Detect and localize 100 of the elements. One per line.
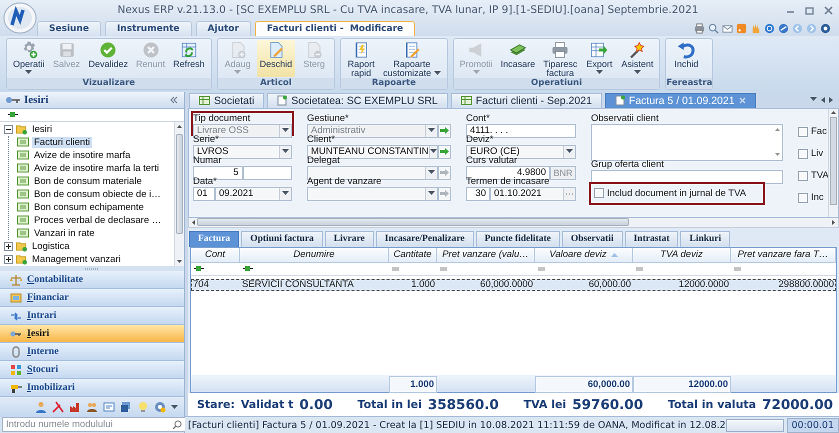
- column-header[interactable]: Denumire: [240, 248, 389, 263]
- tree-item[interactable]: Avize de insotire marfa: [32, 150, 132, 161]
- search-field[interactable]: Introdu numele modulului: [2, 417, 186, 432]
- checkbox[interactable]: [594, 188, 604, 198]
- window-icon[interactable]: [120, 401, 132, 414]
- ribbon-button[interactable]: Export: [582, 40, 616, 77]
- settings-icon[interactable]: [820, 22, 831, 34]
- scrollbar[interactable]: [174, 122, 184, 266]
- module-button[interactable]: Interne: [0, 343, 184, 362]
- scrollbar[interactable]: [188, 218, 839, 228]
- plus-icon[interactable]: [4, 242, 13, 251]
- plus-icon[interactable]: [4, 254, 13, 264]
- tab[interactable]: Incasare/Penalizare: [376, 230, 474, 247]
- equals-icon[interactable]: [392, 266, 399, 271]
- tree-item[interactable]: Vanzari in rate: [32, 228, 97, 239]
- module-button[interactable]: Financiar: [0, 289, 184, 308]
- tree-item[interactable]: Logistica: [30, 240, 72, 252]
- grip-icon[interactable]: [85, 268, 99, 270]
- menu-tab[interactable]: Facturi clienti - Modificare: [254, 21, 416, 36]
- tab[interactable]: Linkuri: [680, 230, 730, 247]
- date-field[interactable]: 09.2021: [215, 186, 292, 201]
- equals-icon[interactable]: [440, 266, 447, 271]
- text-area[interactable]: [591, 124, 783, 161]
- tree-item[interactable]: Avize de insotire marfa la terti: [32, 162, 161, 174]
- ribbon-button[interactable]: Rapoarte customizate: [380, 40, 444, 77]
- tools-icon[interactable]: [52, 401, 64, 414]
- selected-row[interactable]: 704 SERVICII CONSULTANTA 1.000 60,000.0000 60,000.00 12000.0000 298800.0000: [191, 278, 836, 291]
- ribbon-button[interactable]: Operatii: [10, 40, 48, 77]
- module-button[interactable]: Intrari: [0, 307, 184, 326]
- printer-icon[interactable]: [694, 22, 705, 34]
- ribbon-button[interactable]: Inchid: [669, 40, 704, 77]
- arrow-left-icon[interactable]: [821, 96, 825, 103]
- link-icon[interactable]: [778, 22, 789, 34]
- rss-icon[interactable]: [736, 22, 747, 34]
- document-tab[interactable]: Societatea: SC EXEMPLU SRL: [267, 92, 448, 108]
- ribbon-button[interactable]: Devalidez: [86, 40, 132, 77]
- tree-item[interactable]: Bon de consum materiale: [32, 176, 144, 187]
- equals-icon[interactable]: [538, 266, 545, 271]
- filter-icon[interactable]: [8, 111, 18, 118]
- menu-tab[interactable]: Ajutor: [196, 21, 251, 36]
- column-header[interactable]: Valoare deviz: [535, 248, 633, 263]
- checkbox[interactable]: [798, 148, 808, 159]
- text-field[interactable]: [591, 170, 783, 184]
- tree-item[interactable]: Proces verbal de declasare …: [32, 214, 164, 226]
- gear-icon[interactable]: [154, 401, 166, 414]
- tree-item[interactable]: Bon de consum obiecte de i…: [32, 188, 163, 200]
- column-header[interactable]: Cantitate: [389, 248, 437, 263]
- tab[interactable]: Observatii: [562, 230, 623, 247]
- ribbon-button[interactable]: Tiparesc factura: [540, 40, 580, 77]
- document-tab[interactable]: Societati: [189, 92, 264, 108]
- module-button[interactable]: Stocuri: [0, 361, 184, 380]
- module-button[interactable]: Imobilizari: [0, 379, 184, 398]
- module-button[interactable]: Iesiri: [0, 325, 184, 344]
- equals-icon[interactable]: [636, 266, 643, 271]
- text-field[interactable]: [242, 166, 292, 180]
- minus-icon[interactable]: [4, 124, 13, 134]
- date-field[interactable]: 01.10.2021: [490, 186, 576, 201]
- ribbon-button[interactable]: Incasare: [498, 40, 538, 77]
- arrow-right-icon[interactable]: [829, 96, 833, 103]
- checkbox[interactable]: [798, 126, 808, 137]
- column-header[interactable]: Cont: [191, 248, 240, 263]
- equals-icon[interactable]: [734, 266, 741, 271]
- collapse-icon[interactable]: [170, 96, 178, 104]
- tree-item[interactable]: Bon consum echipamente: [32, 202, 146, 213]
- people-icon[interactable]: [86, 401, 98, 414]
- menu-tab[interactable]: Instrumente: [104, 21, 192, 36]
- module-button[interactable]: Contabilitate: [0, 271, 184, 290]
- column-header[interactable]: Pret vanzare (valu…: [437, 248, 535, 263]
- close-icon[interactable]: [824, 6, 833, 14]
- arrow-button[interactable]: [438, 144, 451, 159]
- factory-icon[interactable]: [69, 401, 81, 414]
- tree-item[interactable]: Facturi clienti: [32, 136, 92, 148]
- checkbox[interactable]: [798, 192, 808, 203]
- checkbox[interactable]: [798, 170, 808, 181]
- person-icon[interactable]: [35, 401, 47, 414]
- card-icon[interactable]: [103, 401, 115, 414]
- bulb-icon[interactable]: [137, 401, 149, 414]
- menu-tab[interactable]: Sesiune: [37, 21, 101, 36]
- filter-icon[interactable]: [194, 265, 204, 272]
- ribbon-button[interactable]: Raport rapid: [344, 40, 378, 77]
- scrollbar[interactable]: [828, 108, 838, 217]
- logo-icon[interactable]: [3, 2, 37, 34]
- envelope-icon[interactable]: [722, 22, 733, 34]
- ribbon-button[interactable]: Refresh: [170, 40, 208, 77]
- search-icon[interactable]: [708, 22, 719, 34]
- column-header[interactable]: TVA deviz: [633, 248, 731, 263]
- day-field[interactable]: 01: [193, 186, 215, 201]
- days-field[interactable]: 30: [466, 186, 490, 201]
- tab[interactable]: Puncte fidelitate: [476, 230, 560, 247]
- ribbon-button[interactable]: Asistent: [618, 40, 656, 77]
- tree-item[interactable]: Iesiri: [30, 124, 54, 135]
- help-icon[interactable]: [764, 22, 775, 34]
- tree-item[interactable]: Management vanzari: [30, 254, 123, 265]
- back-icon[interactable]: [792, 22, 803, 34]
- tab[interactable]: Optiuni factura: [241, 230, 323, 247]
- document-tab[interactable]: Facturi clienti - Sep.2021: [450, 92, 602, 108]
- filter-icon[interactable]: [243, 265, 253, 272]
- column-header[interactable]: Pret vanzare fara T…: [731, 248, 836, 263]
- ribbon-button[interactable]: Deschid: [256, 40, 296, 77]
- maximize-icon[interactable]: [805, 6, 814, 14]
